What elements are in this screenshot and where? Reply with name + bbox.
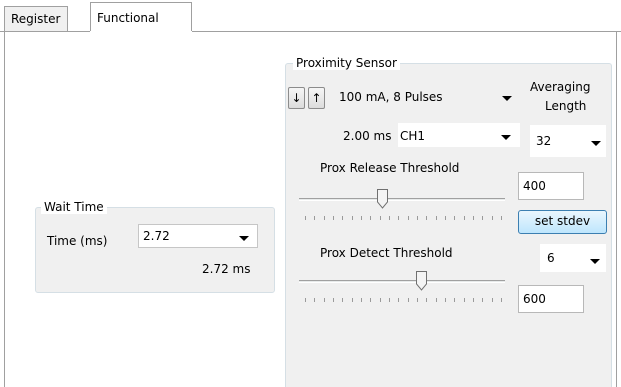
- slider-tick: [379, 298, 381, 302]
- slider-tick: [379, 216, 381, 220]
- time-ms-label: Time (ms): [47, 234, 108, 248]
- slider-tick: [351, 216, 353, 220]
- stdev-combo[interactable]: 6: [540, 244, 606, 272]
- proximity-sensor-group-title: Proximity Sensor: [293, 56, 400, 70]
- slider-tick: [417, 216, 418, 220]
- prox-detect-threshold-label: Prox Detect Threshold: [320, 246, 453, 260]
- decrease-button[interactable]: ↓: [288, 87, 305, 109]
- slider-tick: [463, 298, 465, 302]
- wait-time-group-title: Wait Time: [41, 200, 107, 214]
- slider-tick: [389, 216, 390, 220]
- slider-tick: [445, 216, 446, 220]
- slider-tick: [491, 298, 493, 302]
- slider-tick: [370, 216, 372, 220]
- slider-tick: [342, 216, 344, 220]
- slider-tick: [463, 216, 465, 220]
- prox-release-slider[interactable]: [299, 188, 505, 224]
- prox-detect-threshold-input[interactable]: 600: [518, 285, 584, 313]
- chevron-down-icon: [502, 96, 512, 101]
- set-stdev-button[interactable]: set stdev: [518, 210, 607, 234]
- slider-tick: [454, 298, 456, 302]
- chevron-down-icon: [239, 236, 249, 241]
- slider-tick: [491, 216, 493, 220]
- prox-release-threshold-label: Prox Release Threshold: [320, 161, 460, 175]
- prox-release-threshold-input[interactable]: 400: [518, 172, 584, 200]
- integration-time-readout: 2.00 ms: [343, 129, 392, 143]
- slider-tick: [351, 298, 353, 302]
- tab-functional[interactable]: Functional: [90, 2, 192, 32]
- slider-tick: [501, 216, 502, 220]
- pulse-combo[interactable]: 100 mA, 8 Pulses: [309, 84, 521, 110]
- down-arrow-icon: ↓: [291, 91, 302, 105]
- slider-tick: [305, 298, 306, 302]
- slider-tick: [482, 216, 484, 220]
- averaging-label-line2: Length: [545, 99, 587, 113]
- release-slider-track: [299, 198, 505, 201]
- active-tab-gap: [90, 31, 192, 32]
- averaging-combo[interactable]: 32: [530, 125, 606, 157]
- detect-slider-ticks: [305, 298, 502, 303]
- stdev-combo-value: 6: [547, 251, 555, 265]
- chevron-down-icon: [591, 141, 601, 146]
- slider-tick: [333, 216, 334, 220]
- slider-tick: [333, 298, 334, 302]
- slider-tick: [435, 298, 437, 302]
- slider-tick: [342, 298, 344, 302]
- panel-border-left: [4, 31, 5, 387]
- slider-tick: [389, 298, 390, 302]
- slider-tick: [305, 216, 306, 220]
- slider-tick: [398, 216, 400, 220]
- tab-register[interactable]: Register: [4, 6, 68, 31]
- set-stdev-label: set stdev: [534, 214, 591, 228]
- chevron-down-icon: [501, 135, 511, 140]
- slider-tick: [407, 298, 409, 302]
- release-slider-ticks: [305, 216, 502, 221]
- averaging-label-line1: Averaging: [530, 80, 591, 94]
- wait-time-combo[interactable]: 2.72: [138, 224, 258, 248]
- channel-combo[interactable]: CH1: [398, 123, 520, 147]
- slider-tick: [426, 216, 428, 220]
- slider-tick: [445, 298, 446, 302]
- slider-tick: [323, 298, 325, 302]
- slider-tick: [361, 298, 362, 302]
- slider-tick: [435, 216, 437, 220]
- release-slider-thumb[interactable]: [377, 189, 388, 209]
- slider-tick: [501, 298, 502, 302]
- tab-register-label: Register: [11, 12, 61, 26]
- slider-tick: [473, 298, 474, 302]
- detect-slider-thumb[interactable]: [416, 271, 427, 291]
- panel-border-right: [616, 31, 617, 387]
- channel-combo-value: CH1: [400, 129, 426, 143]
- wait-time-readout: 2.72 ms: [202, 262, 251, 276]
- tab-functional-label: Functional: [97, 11, 159, 25]
- prox-detect-slider[interactable]: [299, 270, 505, 306]
- slider-tick: [454, 216, 456, 220]
- slider-tick: [323, 216, 325, 220]
- wait-time-combo-value: 2.72: [143, 229, 170, 243]
- chevron-down-icon: [590, 259, 600, 264]
- slider-tick: [370, 298, 372, 302]
- slider-tick: [314, 216, 316, 220]
- slider-tick: [482, 298, 484, 302]
- slider-tick: [361, 216, 362, 220]
- averaging-combo-value: 32: [536, 134, 552, 148]
- slider-tick: [473, 216, 474, 220]
- detect-slider-track: [299, 280, 505, 283]
- wait-time-group: [35, 207, 275, 293]
- slider-tick: [407, 216, 409, 220]
- slider-tick: [314, 298, 316, 302]
- slider-tick: [398, 298, 400, 302]
- slider-tick: [426, 298, 428, 302]
- slider-tick: [417, 298, 418, 302]
- pulse-combo-value: 100 mA, 8 Pulses: [339, 90, 443, 104]
